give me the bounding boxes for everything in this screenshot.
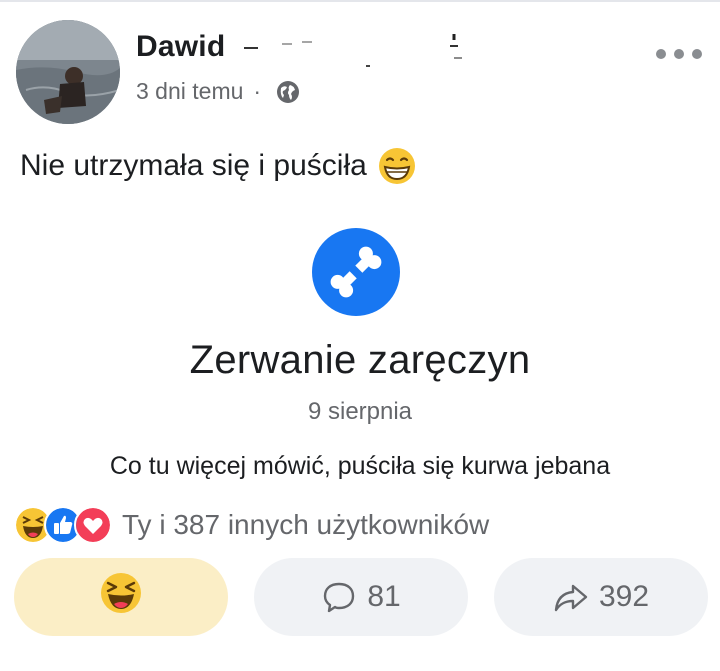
post-text-row: Nie utrzymała się i puściła	[20, 146, 417, 186]
post-timestamp[interactable]: 3 dni temu	[136, 78, 243, 105]
comment-button[interactable]: 81	[254, 558, 468, 636]
haha-icon	[99, 571, 143, 623]
love-icon	[74, 506, 112, 544]
post-meta: 3 dni temu ·	[136, 78, 301, 105]
post-text: Nie utrzymała się i puściła	[20, 149, 367, 182]
comments-count: 81	[367, 580, 401, 613]
more-options-icon[interactable]	[656, 44, 702, 64]
more-dot	[692, 49, 702, 59]
react-button[interactable]	[14, 558, 228, 636]
meta-separator: ·	[253, 78, 262, 104]
life-event-title: Zerwanie zaręczyn	[189, 338, 531, 382]
share-arrow-icon	[553, 579, 589, 615]
globe-icon	[275, 79, 301, 105]
share-button[interactable]: 392	[494, 558, 708, 636]
life-event-date: 9 sierpnia	[307, 398, 413, 425]
more-dot	[656, 49, 666, 59]
more-dot	[674, 49, 684, 59]
grinning-face-emoji	[377, 146, 417, 186]
comment-icon	[321, 579, 357, 615]
shares-count: 392	[598, 580, 650, 613]
life-event-description: Co tu więcej mówić, puściła się kurwa je…	[109, 452, 611, 480]
broken-bone-icon	[312, 228, 400, 316]
reactions-count-text: Ty i 387 innych użytkowników	[122, 509, 490, 540]
top-divider	[0, 0, 720, 2]
author-avatar[interactable]	[16, 20, 120, 124]
reactions-summary[interactable]: Ty i 387 innych użytkowników	[14, 504, 489, 546]
name-redaction	[232, 28, 482, 72]
author-name[interactable]: Dawid	[136, 30, 225, 64]
